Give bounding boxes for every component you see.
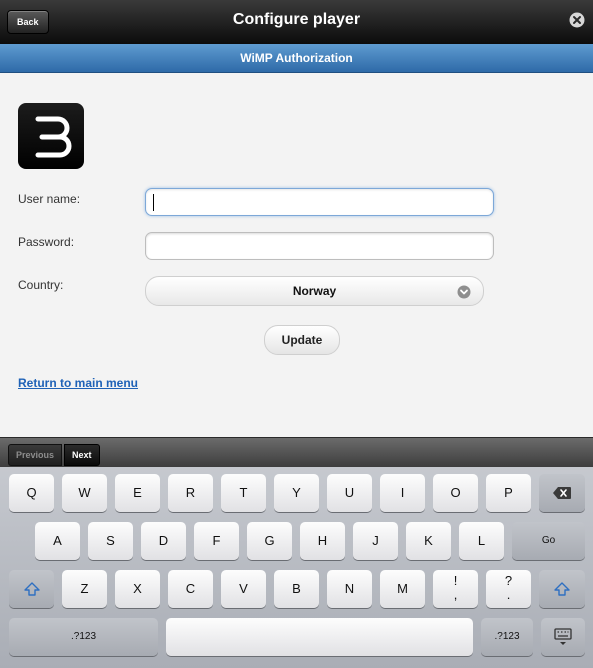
key-r[interactable]: R — [168, 474, 213, 512]
key-m[interactable]: M — [380, 570, 425, 608]
country-label: Country: — [18, 278, 64, 292]
username-label: User name: — [18, 192, 81, 206]
key-comma-label: , — [453, 587, 458, 602]
key-y[interactable]: Y — [274, 474, 319, 512]
shift-icon — [554, 582, 570, 596]
key-t[interactable]: T — [221, 474, 266, 512]
shift-key-left[interactable] — [9, 570, 54, 608]
key-j[interactable]: J — [353, 522, 398, 560]
update-button[interactable]: Update — [264, 325, 340, 355]
key-l[interactable]: L — [459, 522, 504, 560]
key-h[interactable]: H — [300, 522, 345, 560]
country-value: Norway — [292, 284, 337, 298]
keyboard-toolbar: Previous Next — [0, 437, 593, 468]
key-p[interactable]: P — [486, 474, 531, 512]
key-v[interactable]: V — [221, 570, 266, 608]
key-question-label: ? — [504, 573, 513, 588]
hide-keyboard-key[interactable] — [541, 618, 585, 656]
backspace-key[interactable] — [539, 474, 585, 512]
navigation-bar: Back Configure player — [0, 0, 593, 45]
key-n[interactable]: N — [327, 570, 372, 608]
chevron-down-icon — [457, 285, 471, 299]
key-f[interactable]: F — [194, 522, 239, 560]
key-x[interactable]: X — [115, 570, 160, 608]
password-label: Password: — [18, 235, 75, 249]
space-key[interactable] — [166, 618, 473, 656]
previous-field-button[interactable]: Previous — [8, 444, 63, 466]
close-icon[interactable] — [569, 12, 585, 28]
numbers-key-left[interactable]: .?123 — [9, 618, 158, 656]
page-title: Configure player — [232, 11, 361, 28]
keyboard-dismiss-icon — [554, 628, 572, 645]
key-u[interactable]: U — [327, 474, 372, 512]
key-exclamation-comma[interactable]: ! , — [433, 570, 478, 608]
key-a[interactable]: A — [35, 522, 80, 560]
section-header: WiMP Authorization — [0, 44, 593, 73]
key-k[interactable]: K — [406, 522, 451, 560]
backspace-icon — [553, 487, 571, 499]
password-input[interactable] — [145, 232, 494, 260]
username-input[interactable] — [145, 188, 494, 216]
key-s[interactable]: S — [88, 522, 133, 560]
key-b[interactable]: B — [274, 570, 319, 608]
key-q[interactable]: Q — [9, 474, 54, 512]
next-field-button[interactable]: Next — [64, 444, 100, 466]
key-period-label: . — [506, 587, 511, 602]
key-e[interactable]: E — [115, 474, 160, 512]
key-d[interactable]: D — [141, 522, 186, 560]
key-exclamation-label: ! — [453, 573, 458, 588]
section-title: WiMP Authorization — [240, 51, 353, 65]
key-i[interactable]: I — [380, 474, 425, 512]
shift-icon — [23, 582, 40, 596]
key-c[interactable]: C — [168, 570, 213, 608]
text-cursor — [153, 194, 154, 211]
numbers-key-right[interactable]: .?123 — [481, 618, 533, 656]
key-z[interactable]: Z — [62, 570, 107, 608]
app-logo — [18, 103, 84, 169]
shift-key-right[interactable] — [539, 570, 585, 608]
key-question-period[interactable]: ? . — [486, 570, 531, 608]
app-logo-mark — [35, 116, 72, 158]
return-to-main-menu-link[interactable]: Return to main menu — [18, 376, 138, 390]
country-select[interactable]: Norway — [145, 276, 484, 306]
key-w[interactable]: W — [62, 474, 107, 512]
onscreen-keyboard: Q W E R T Y U I O P A S D F G H J K L Go… — [0, 467, 593, 668]
key-g[interactable]: G — [247, 522, 292, 560]
go-key[interactable]: Go — [512, 522, 585, 560]
key-o[interactable]: O — [433, 474, 478, 512]
